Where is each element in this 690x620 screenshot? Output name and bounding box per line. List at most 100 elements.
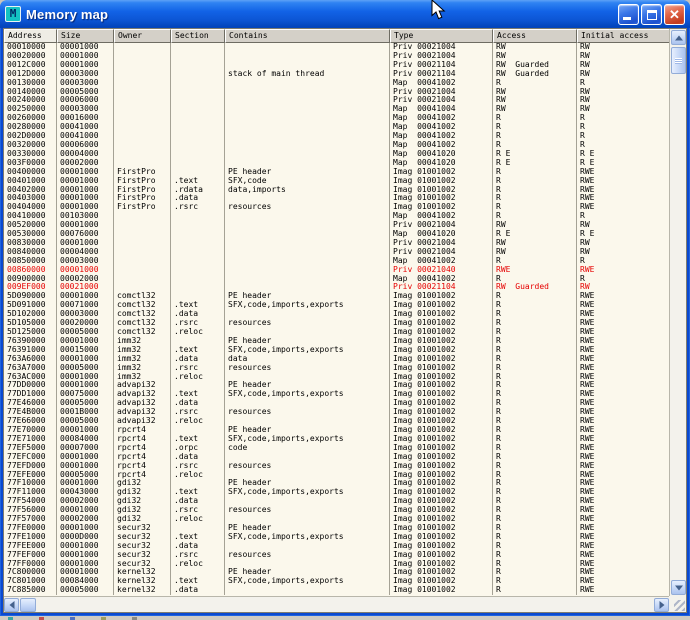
- table-row[interactable]: 77EFC00000001000rpcrt4.dataImag 01001002…: [4, 453, 669, 462]
- table-row[interactable]: 0053000000076000Map 00041020R ER E: [4, 230, 669, 239]
- horizontal-scroll-thumb[interactable]: [20, 598, 36, 612]
- window-menu-icon[interactable]: M: [5, 6, 21, 22]
- table-row[interactable]: 0013000000003000Map 00041002RR: [4, 79, 669, 88]
- cell-contains: code: [225, 444, 390, 453]
- table-row[interactable]: 0040300000001000FirstPro.dataImag 010010…: [4, 194, 669, 203]
- cell-access: R: [493, 542, 577, 551]
- table-row[interactable]: 5D12500000005000comctl32.relocImag 01001…: [4, 328, 669, 337]
- table-row[interactable]: 0040400000001000FirstPro.rsrcresourcesIm…: [4, 203, 669, 212]
- cell-access: R: [493, 177, 577, 186]
- scroll-right-button[interactable]: [654, 598, 669, 612]
- table-row[interactable]: 0033000000004000Map 00041020R ER E: [4, 150, 669, 159]
- column-header-owner[interactable]: Owner: [114, 29, 171, 43]
- title-bar[interactable]: M Memory map ✕: [0, 0, 690, 28]
- table-row[interactable]: 003F000000002000Map 00041020R ER E: [4, 159, 669, 168]
- table-row[interactable]: 77E6600000005000advapi32.relocImag 01001…: [4, 417, 669, 426]
- table-row[interactable]: 0028000000041000Map 00041002RR: [4, 123, 669, 132]
- column-header-address[interactable]: Address: [4, 29, 57, 43]
- table-row[interactable]: 0001000000001000Priv 00021004RWRW: [4, 43, 669, 52]
- table-row[interactable]: 7C88500000005000kernel32.dataImag 010010…: [4, 586, 669, 595]
- table-row[interactable]: 0083000000001000Priv 00021004RWRW: [4, 239, 669, 248]
- table-row[interactable]: 763AC00000001000imm32.relocImag 01001002…: [4, 373, 669, 382]
- column-header-section[interactable]: Section: [171, 29, 225, 43]
- table-row[interactable]: 0040000000001000FirstProPE headerImag 01…: [4, 168, 669, 177]
- cell-section: [171, 275, 225, 284]
- table-row[interactable]: 0024000000006000Priv 00021004RWRW: [4, 96, 669, 105]
- table-row[interactable]: 763A600000001000imm32.datadataImag 01001…: [4, 355, 669, 364]
- cell-owner: [114, 123, 171, 132]
- column-header-initial-access[interactable]: Initial access: [577, 29, 669, 43]
- table-row[interactable]: 77EF500000007000rpcrt4.orpccodeImag 0100…: [4, 444, 669, 453]
- cell-section: [171, 141, 225, 150]
- table-row[interactable]: 0086000000001000Priv 00021040RWERWE: [4, 266, 669, 275]
- table-row[interactable]: 002D000000041000Map 00041002RR: [4, 132, 669, 141]
- cell-contains: resources: [225, 203, 390, 212]
- table-row[interactable]: 0040200000001000FirstPro.rdatadata,impor…: [4, 186, 669, 195]
- table-row[interactable]: 5D09100000071000comctl32.textSFX,code,im…: [4, 301, 669, 310]
- cell-initial-access: RW: [577, 61, 669, 70]
- cell-initial-access: RW: [577, 52, 669, 61]
- table-row[interactable]: 77EFD00000001000rpcrt4.rsrcresourcesImag…: [4, 462, 669, 471]
- table-row[interactable]: 5D10200000003000comctl32.dataImag 010010…: [4, 310, 669, 319]
- cell-access: RW Guarded: [493, 283, 577, 292]
- cell-initial-access: RWE: [577, 203, 669, 212]
- cell-section: [171, 114, 225, 123]
- cell-contains: [225, 132, 390, 141]
- table-row[interactable]: 77F5700000002000gdi32.relocImag 01001002…: [4, 515, 669, 524]
- table-body[interactable]: 0001000000001000Priv 00021004RWRW0002000…: [4, 43, 669, 596]
- table-row[interactable]: 009EF00000021000Priv 00021104RW GuardedR…: [4, 283, 669, 292]
- table-row[interactable]: 0040100000001000FirstPro.textSFX,codeIma…: [4, 177, 669, 186]
- table-row[interactable]: 77FF000000001000secur32.relocImag 010010…: [4, 560, 669, 569]
- table-row[interactable]: 0085000000003000Map 00041002RR: [4, 257, 669, 266]
- table-row[interactable]: 77E4B0000001B000advapi32.rsrcresourcesIm…: [4, 408, 669, 417]
- vertical-scroll-thumb[interactable]: [671, 47, 686, 74]
- table-row[interactable]: 0025000000003000Map 00041004RWRW: [4, 105, 669, 114]
- resize-grip-icon: [674, 600, 685, 611]
- cell-access: R: [493, 515, 577, 524]
- table-row[interactable]: 763A700000005000imm32.rsrcresourcesImag …: [4, 364, 669, 373]
- table-row[interactable]: 0041000000103000Map 00041002RR: [4, 212, 669, 221]
- table-row[interactable]: 0052000000001000Priv 00021004RWRW: [4, 221, 669, 230]
- table-row[interactable]: 0090000000002000Map 00041002RR: [4, 275, 669, 284]
- column-header-size[interactable]: Size: [57, 29, 114, 43]
- table-row[interactable]: 77E4600000005000advapi32.dataImag 010010…: [4, 399, 669, 408]
- column-header-type[interactable]: Type: [390, 29, 493, 43]
- cell-access: R: [493, 426, 577, 435]
- table-row[interactable]: 77F5600000001000gdi32.rsrcresourcesImag …: [4, 506, 669, 515]
- vertical-scrollbar[interactable]: [669, 29, 686, 596]
- cell-owner: FirstPro: [114, 203, 171, 212]
- cell-owner: [114, 266, 171, 275]
- table-row[interactable]: 77FEF00000001000secur32.rsrcresourcesIma…: [4, 551, 669, 560]
- table-row[interactable]: 7C80100000084000kernel32.textSFX,code,im…: [4, 577, 669, 586]
- cell-section: [171, 230, 225, 239]
- table-row[interactable]: 77F1100000043000gdi32.textSFX,code,impor…: [4, 488, 669, 497]
- table-row[interactable]: 0026000000016000Map 00041002RR: [4, 114, 669, 123]
- table-row[interactable]: 77FE10000000D000secur32.textSFX,code,imp…: [4, 533, 669, 542]
- cell-section: [171, 43, 225, 52]
- table-row[interactable]: 0084000000004000Priv 00021004RWRW: [4, 248, 669, 257]
- table-row[interactable]: 77DD100000075000advapi32.textSFX,code,im…: [4, 390, 669, 399]
- scroll-up-button[interactable]: [671, 30, 686, 45]
- table-row[interactable]: 77E7100000084000rpcrt4.textSFX,code,impo…: [4, 435, 669, 444]
- column-header-contains[interactable]: Contains: [225, 29, 390, 43]
- table-row[interactable]: 5D10500000020000comctl32.rsrcresourcesIm…: [4, 319, 669, 328]
- table-row[interactable]: 0014000000005000Priv 00021004RWRW: [4, 88, 669, 97]
- resize-corner[interactable]: [669, 596, 686, 612]
- table-row[interactable]: 77F5400000002000gdi32.dataImag 01001002R…: [4, 497, 669, 506]
- cell-contains: SFX,code,imports,exports: [225, 390, 390, 399]
- scroll-down-button[interactable]: [671, 580, 686, 595]
- maximize-button[interactable]: [641, 4, 662, 25]
- table-row[interactable]: 77FEE00000001000secur32.dataImag 0100100…: [4, 542, 669, 551]
- minimize-button[interactable]: [618, 4, 639, 25]
- table-row[interactable]: 77EFE00000005000rpcrt4.relocImag 0100100…: [4, 471, 669, 480]
- table-row[interactable]: 0012D00000003000stack of main threadPriv…: [4, 70, 669, 79]
- cell-access: R: [493, 364, 577, 373]
- table-row[interactable]: 0002000000001000Priv 00021004RWRW: [4, 52, 669, 61]
- scroll-left-button[interactable]: [4, 598, 19, 612]
- table-row[interactable]: 7639100000015000imm32.textSFX,code,impor…: [4, 346, 669, 355]
- horizontal-scrollbar[interactable]: [4, 596, 669, 612]
- close-button[interactable]: ✕: [664, 4, 685, 25]
- column-header-access[interactable]: Access: [493, 29, 577, 43]
- table-row[interactable]: 0012C00000001000Priv 00021104RW GuardedR…: [4, 61, 669, 70]
- table-row[interactable]: 0032000000006000Map 00041002RR: [4, 141, 669, 150]
